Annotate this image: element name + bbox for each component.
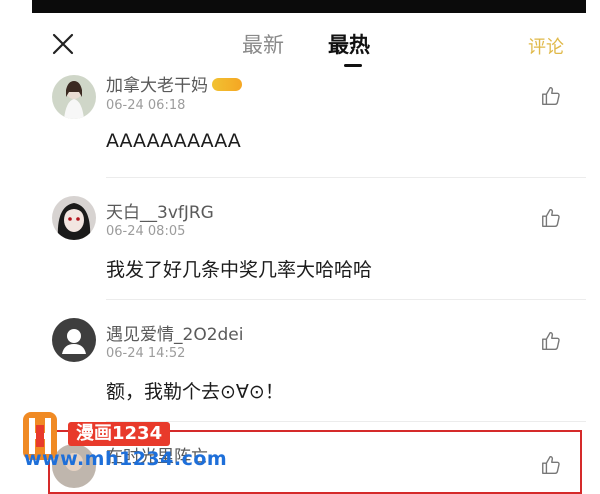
tab-hot[interactable]: 最热 (328, 31, 370, 59)
dark-hair-anime-avatar-icon (52, 196, 96, 240)
avatar[interactable] (52, 75, 96, 119)
right-margin (586, 0, 600, 469)
comments-header: 最新 最热 评论 (32, 13, 586, 75)
avatar[interactable] (52, 318, 96, 362)
username[interactable]: 天白__3vfJRG (106, 198, 214, 223)
vip-badge-icon (212, 77, 242, 91)
comment-time: 06-24 06:18 (106, 98, 186, 113)
like-button[interactable] (540, 207, 562, 229)
comment-time: 06-24 14:52 (106, 346, 186, 361)
thumbs-up-icon (542, 86, 560, 105)
watermark-url: www.mh1234.com (24, 448, 228, 470)
comment-time: 06-24 08:05 (106, 224, 186, 239)
watermark-title: 漫画1234 (68, 422, 171, 446)
like-button[interactable] (540, 85, 562, 107)
like-button[interactable] (540, 330, 562, 352)
username[interactable]: 加拿大老干妈 (106, 71, 242, 96)
default-person-avatar-icon (52, 318, 96, 362)
girl-white-avatar-icon (52, 75, 96, 119)
status-bar (32, 0, 586, 13)
active-tab-indicator (344, 64, 362, 67)
close-button[interactable] (50, 31, 76, 57)
comment-text: 额，我勒个去⊙∀⊙！ (106, 381, 284, 403)
close-icon (52, 33, 74, 55)
comment-item: 加拿大老干妈 06-24 06:18 AAAAAAAAAA (32, 75, 586, 178)
tab-latest[interactable]: 最新 (242, 31, 284, 59)
comment-item: 天白__3vfJRG 06-24 08:05 我发了好几条中奖几率大哈哈哈 (32, 178, 586, 300)
thumbs-up-icon (542, 208, 560, 227)
username[interactable]: 遇见爱情_2O2dei (106, 320, 244, 345)
comment-text: AAAAAAAAAA (106, 130, 241, 152)
comment-text: 我发了好几条中奖几率大哈哈哈 (106, 259, 373, 281)
avatar[interactable] (52, 196, 96, 240)
left-margin (0, 0, 32, 469)
write-comment-button[interactable]: 评论 (528, 33, 564, 59)
watermark: 漫画1234 www.mh1234.com (0, 404, 260, 470)
thumbs-up-icon (542, 331, 560, 350)
